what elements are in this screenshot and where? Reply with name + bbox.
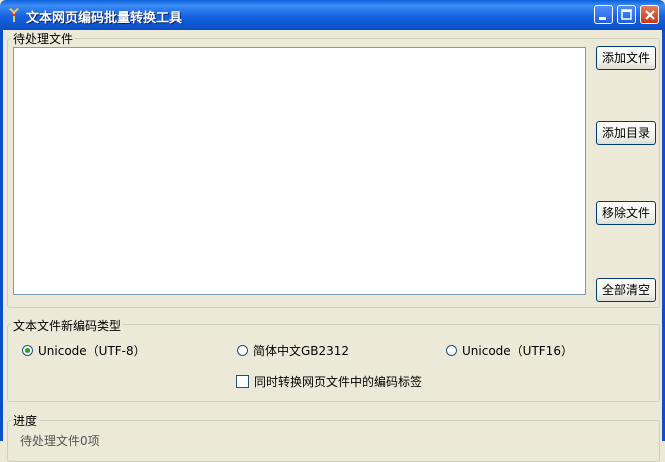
- radio-utf16-label[interactable]: Unicode（UTF16）: [462, 342, 573, 359]
- convert-tags-label[interactable]: 同时转换网页文件中的编码标签: [254, 373, 422, 390]
- maximize-button[interactable]: [617, 5, 636, 24]
- radio-gb2312-label[interactable]: 简体中文GB2312: [253, 342, 349, 359]
- convert-tags-checkbox[interactable]: [236, 375, 249, 388]
- remove-file-button[interactable]: 移除文件: [596, 201, 656, 225]
- file-list[interactable]: [13, 47, 586, 295]
- maximize-icon: [621, 9, 632, 20]
- minimize-icon: [599, 17, 606, 20]
- pending-files-legend: 待处理文件: [11, 30, 76, 47]
- close-icon: [645, 10, 655, 20]
- progress-group: [7, 420, 660, 462]
- app-icon[interactable]: [6, 7, 22, 23]
- radio-utf16[interactable]: [446, 345, 457, 356]
- radio-utf8-label[interactable]: Unicode（UTF-8）: [38, 342, 146, 359]
- radio-gb2312[interactable]: [237, 345, 248, 356]
- window-title: 文本网页编码批量转换工具: [26, 11, 183, 26]
- title-bar[interactable]: 文本网页编码批量转换工具: [0, 0, 665, 30]
- encoding-legend: 文本文件新编码类型: [11, 317, 124, 334]
- minimize-button[interactable]: [594, 5, 613, 24]
- clear-all-button[interactable]: 全部清空: [596, 278, 656, 302]
- encoding-group: [7, 324, 660, 402]
- progress-legend: 进度: [11, 412, 40, 429]
- add-directory-button[interactable]: 添加目录: [596, 121, 656, 145]
- radio-selected-dot: [25, 348, 30, 353]
- radio-utf8[interactable]: [22, 345, 33, 356]
- add-file-button[interactable]: 添加文件: [596, 46, 656, 70]
- close-button[interactable]: [640, 5, 659, 24]
